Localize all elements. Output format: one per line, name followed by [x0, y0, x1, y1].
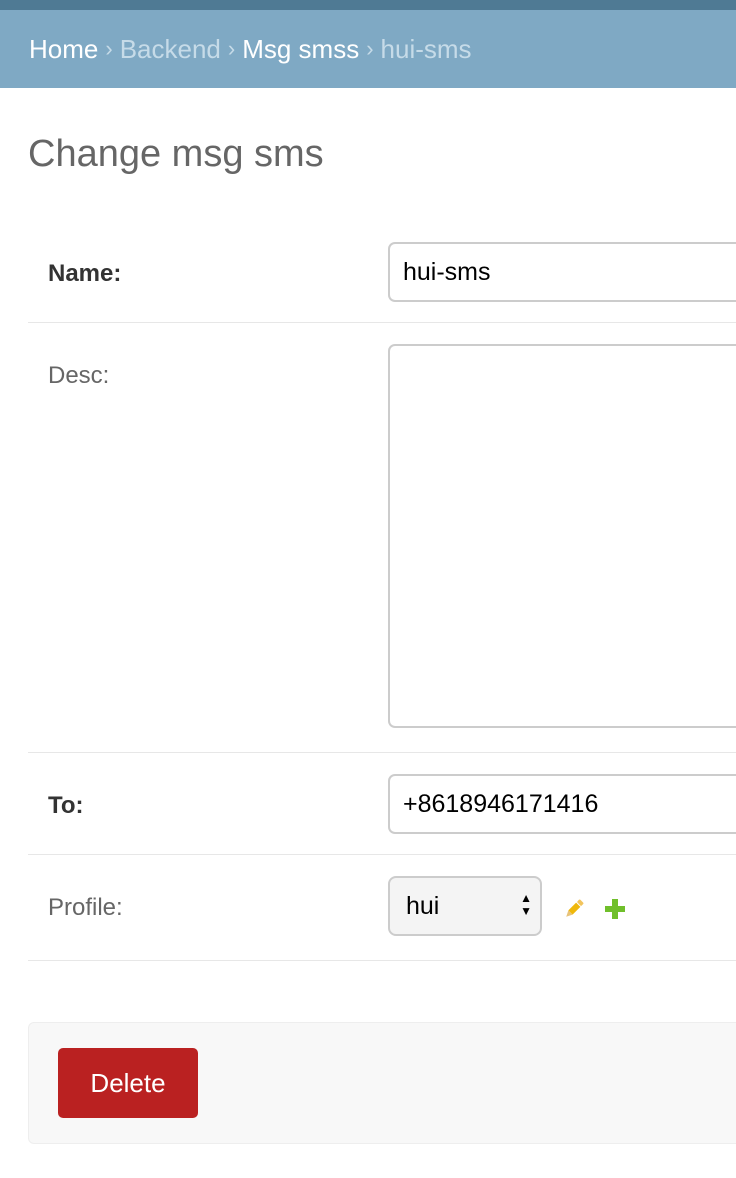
delete-button[interactable]: Delete [58, 1048, 198, 1118]
breadcrumb-separator: › [366, 36, 374, 61]
desc-textarea[interactable] [388, 344, 736, 728]
profile-label: Profile: [48, 894, 123, 921]
submit-row: Delete [28, 1022, 736, 1144]
breadcrumb-app-link[interactable]: Backend [120, 34, 221, 65]
name-input[interactable] [388, 242, 736, 302]
breadcrumb-model-link[interactable]: Msg smss [242, 34, 359, 65]
to-label: To: [48, 792, 84, 819]
header-bar [0, 0, 736, 10]
profile-select[interactable]: hui ▲ ▼ [388, 876, 542, 936]
select-arrows-icon: ▲ ▼ [520, 891, 532, 918]
breadcrumb-separator: › [105, 36, 113, 61]
add-profile-plus-icon[interactable] [604, 898, 626, 925]
to-input[interactable] [388, 774, 736, 834]
form-row-profile: Profile: hui ▲ ▼ [28, 855, 736, 961]
profile-select-value: hui [406, 891, 440, 920]
breadcrumb: Home › Backend › Msg smss › hui-sms [0, 10, 736, 88]
page-title: Change msg sms [28, 133, 324, 175]
breadcrumb-current: hui-sms [380, 33, 472, 64]
breadcrumb-home-link[interactable]: Home [29, 34, 98, 65]
form-row-name: Name: [28, 221, 736, 323]
name-label: Name: [48, 260, 122, 287]
breadcrumb-separator: › [227, 36, 236, 61]
form-row-desc: Desc: [28, 323, 736, 753]
desc-label: Desc: [48, 362, 110, 389]
edit-profile-pencil-icon[interactable] [562, 897, 586, 926]
form-row-to: To: [28, 753, 736, 855]
